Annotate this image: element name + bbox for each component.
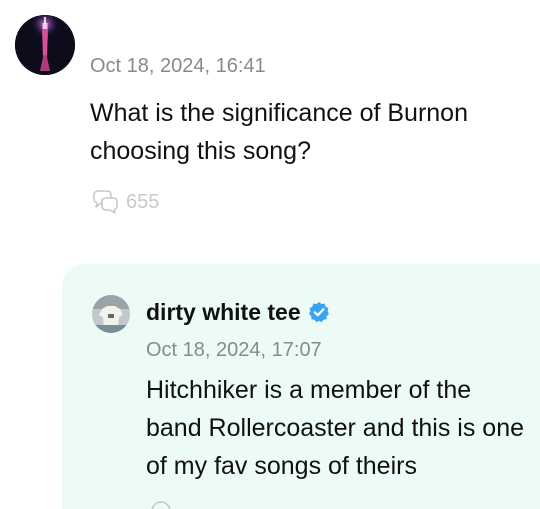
reply-text: Hitchhiker is a member of the band Rolle… [146,376,525,480]
reply-author-avatar[interactable] [92,295,130,333]
verified-badge-icon [308,302,329,323]
reply-action-icon[interactable] [150,500,172,509]
tower-photo-icon [15,15,75,75]
reply-count-button[interactable]: 655 [90,188,159,216]
post-timestamp: Oct 18, 2024, 16:41 [90,55,266,77]
author-avatar[interactable] [15,15,75,75]
reply-author: dirty white tee [146,298,330,326]
reply-bubbles-icon [93,190,118,214]
feed-page: Oct 18, 2024, 16:41 What is the signific… [0,0,540,509]
reply-timestamp: Oct 18, 2024, 17:07 [146,339,322,361]
reply-username[interactable]: dirty white tee [146,298,301,326]
reply-count: 655 [126,190,160,213]
shirt-photo-icon [92,295,130,333]
post-text: What is the significance of Burnon choos… [90,99,468,165]
